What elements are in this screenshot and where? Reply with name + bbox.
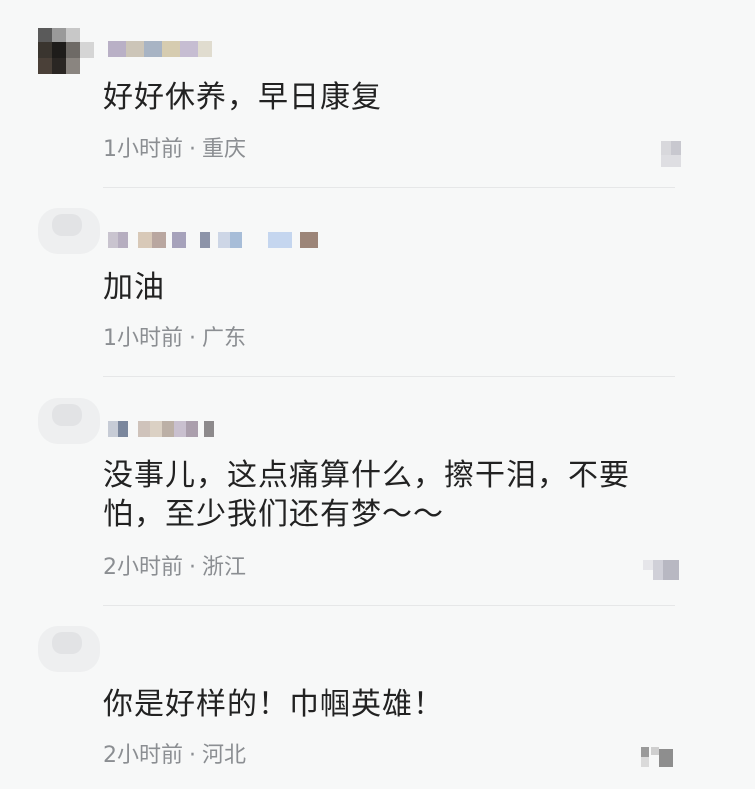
comment-location: 河北: [202, 743, 247, 768]
like-icon[interactable]: [637, 747, 681, 769]
comment-time: 2小时前: [103, 743, 183, 768]
comment-location: 浙江: [202, 555, 247, 580]
comment-meta: 1小时前 · 广东: [103, 326, 246, 352]
like-icon[interactable]: [655, 141, 699, 167]
comment-meta: 2小时前 · 浙江: [103, 555, 246, 581]
comment-meta: 1小时前 · 重庆: [103, 137, 246, 163]
avatar[interactable]: [38, 398, 100, 444]
comment-location: 重庆: [202, 137, 247, 162]
comment-time: 1小时前: [103, 326, 183, 351]
avatar[interactable]: [38, 626, 100, 672]
username-blurred[interactable]: [108, 421, 328, 437]
meta-separator: ·: [189, 555, 196, 580]
comment-location: 广东: [202, 326, 247, 351]
username-blurred[interactable]: [108, 232, 328, 248]
divider: [103, 605, 675, 606]
comment-time: 2小时前: [103, 555, 183, 580]
meta-separator: ·: [189, 137, 196, 162]
comment-meta: 2小时前 · 河北: [103, 743, 246, 769]
comment-text: 加油: [103, 270, 165, 305]
comment-time: 1小时前: [103, 137, 183, 162]
comment-text: 你是好样的！巾帼英雄！: [103, 687, 444, 722]
comment-text: 没事儿，这点痛算什么，擦干泪，不要怕，至少我们还有梦～～: [103, 458, 630, 532]
avatar[interactable]: [38, 28, 100, 74]
comment-text: 好好休养，早日康复: [103, 80, 382, 115]
meta-separator: ·: [189, 326, 196, 351]
avatar[interactable]: [38, 208, 100, 254]
like-icon[interactable]: [637, 560, 681, 582]
meta-separator: ·: [189, 743, 196, 768]
divider: [103, 187, 675, 188]
username-blurred[interactable]: [108, 41, 328, 57]
divider: [103, 376, 675, 377]
